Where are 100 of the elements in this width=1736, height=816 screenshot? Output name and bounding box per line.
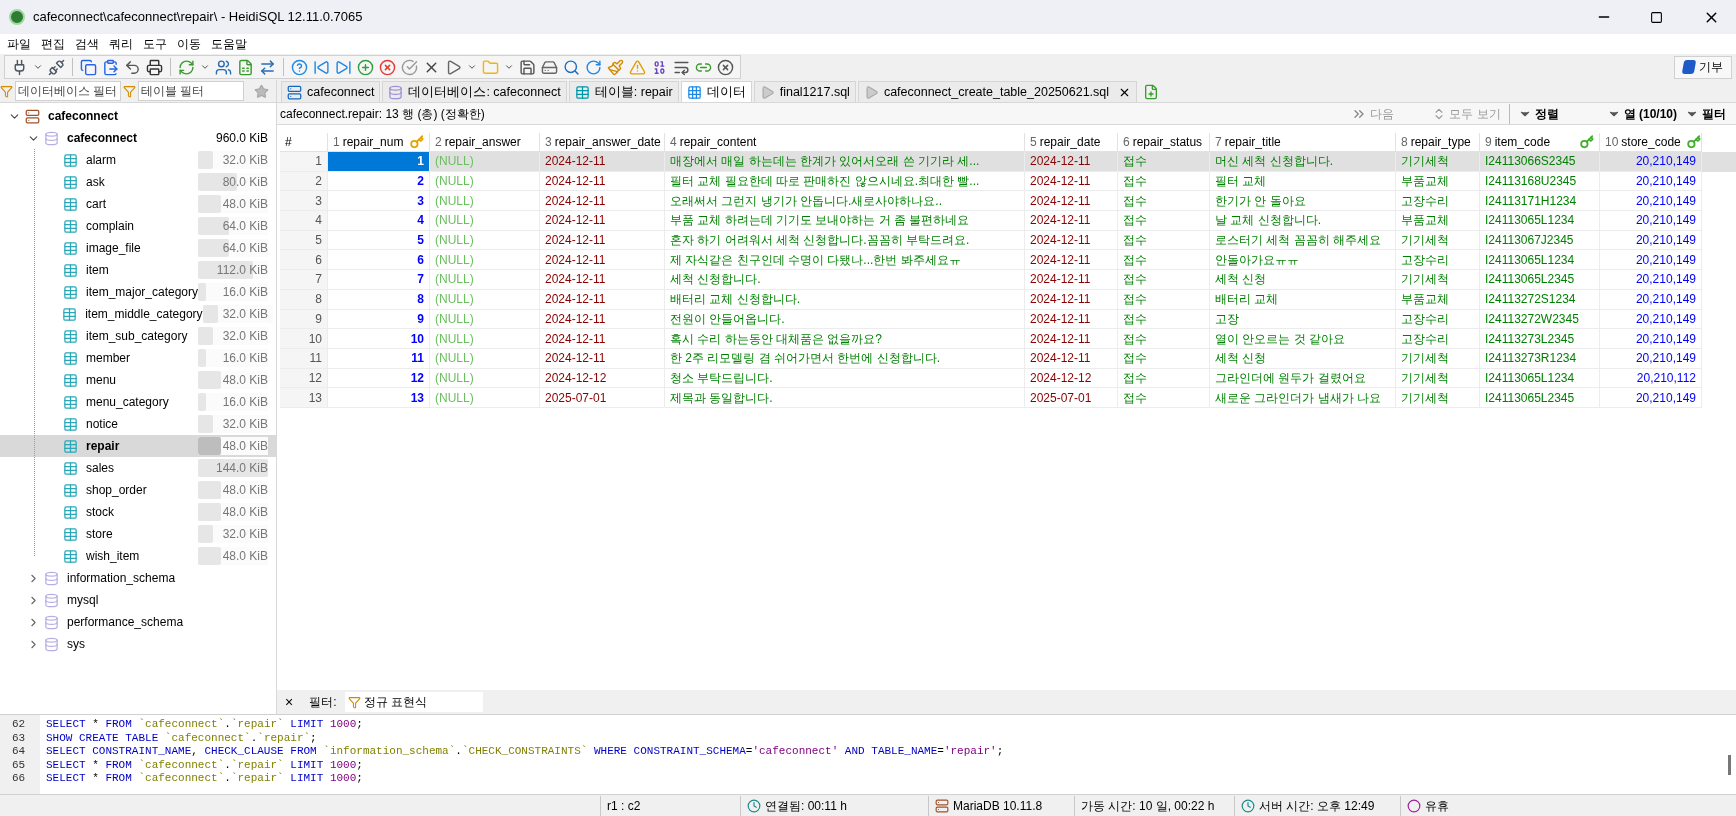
table-row[interactable]: 9 9 (NULL) 2024-12-11 전원이 안들어옵니다. 2024-12-11 접수 고장 고장수리 I24113272W2345 20,210,149 xyxy=(280,309,1736,330)
table-row[interactable]: 4 4 (NULL) 2024-12-11 부품 교체 하려는데 기기도 보내야하는 거 좀 불편하네요 2024-12-11 접수 날 교체 신청합니다. 부품교체 I24113065L1234 20,210,149 xyxy=(280,211,1736,231)
tree-item[interactable]: item_middle_category 32.0 KiB xyxy=(0,303,276,325)
table-row[interactable]: 13 13 (NULL) 2025-07-01 제목과 동일합니다. 2025-07-01 접수 새로운 그라인더가 냄새가 나요 기기세척 I24113065L2345 20,210,149 xyxy=(280,388,1736,408)
dropdown-icon[interactable] xyxy=(33,62,43,72)
tree-item[interactable]: cart 48.0 KiB xyxy=(0,193,276,215)
tree-item[interactable]: image_file 64.0 KiB xyxy=(0,237,276,259)
tree-item[interactable]: menu 48.0 KiB xyxy=(0,369,276,391)
menu-item[interactable]: 편집 xyxy=(36,35,70,53)
search-icon[interactable] xyxy=(563,58,580,76)
tab[interactable]: 테이블: repair xyxy=(568,81,679,102)
tree-item[interactable]: sales 144.0 KiB xyxy=(0,457,276,479)
tree-item[interactable]: mysql xyxy=(0,589,276,611)
table-row[interactable]: 3 3 (NULL) 2024-12-11 오래써서 그런지 냉기가 안돕니다.새로사야하나요.. 2024-12-11 접수 한기가 안 돌아요 고장수리 I24113171H1234 20,210,149 xyxy=(280,191,1736,212)
tree-item[interactable]: sys xyxy=(0,633,276,655)
refresh-icon[interactable] xyxy=(178,58,195,76)
table-row[interactable]: 1 1 (NULL) 2024-12-11 매장에서 매일 하는데는 한계가 있어서오래 쓴 기기라 세... 2024-12-11 접수 머신 세척 신청합니다. 기기세척 I24113066S2345 20,210,149 xyxy=(280,152,1736,172)
tab[interactable]: 데이터 xyxy=(680,81,752,102)
delete-icon[interactable] xyxy=(379,58,396,76)
table-cell: 2024-12-11 xyxy=(1025,329,1118,349)
tree-item[interactable]: shop_order 48.0 KiB xyxy=(0,479,276,501)
menu-button[interactable]: 정렬 xyxy=(1508,103,1563,124)
sql-line: SELECT * FROM `cafeconnect`.`repair` LIMIT 1000; xyxy=(46,718,364,732)
tree-item[interactable]: complain 64.0 KiB xyxy=(0,215,276,237)
tree-item[interactable]: wish_item 48.0 KiB xyxy=(0,545,276,567)
maximize-icon[interactable] xyxy=(1650,10,1663,24)
regex-toggle[interactable]: 정규 표현식 xyxy=(344,692,483,712)
csv-file-icon[interactable] xyxy=(237,58,254,76)
tree-item[interactable]: repair 48.0 KiB xyxy=(0,435,276,457)
menu-item[interactable]: 도움말 xyxy=(206,35,252,53)
help-icon[interactable] xyxy=(291,58,308,76)
tree-item[interactable]: member 16.0 KiB xyxy=(0,347,276,369)
table-row[interactable]: 10 10 (NULL) 2024-12-11 혹시 수리 하는동안 대체품은 없을까요? 2024-12-11 접수 열이 안오르는 것 같아요 고장수리 I24113273L2345 20,210,149 xyxy=(280,329,1736,349)
dropdown-icon[interactable] xyxy=(504,62,514,72)
drive-icon[interactable] xyxy=(541,58,558,76)
table-cell: I24113272W2345 xyxy=(1480,309,1600,330)
table-cell: 6 xyxy=(328,250,430,271)
tab[interactable]: cafeconnect xyxy=(281,81,381,102)
new-tab-icon[interactable] xyxy=(1143,84,1160,100)
tree-item[interactable]: cafeconnect 960.0 KiB xyxy=(0,127,276,149)
menu-item[interactable]: 쿼리 xyxy=(104,35,138,53)
close-filter-button[interactable]: × xyxy=(283,691,296,713)
table-row[interactable]: 2 2 (NULL) 2024-12-11 필터 교체 필요한데 따로 판매하진 않으시네요.최대한 빨... 2024-12-11 접수 필터 교체 부품교체 I24113168U2345 20,210,149 xyxy=(280,171,1736,192)
play-icon[interactable] xyxy=(445,58,462,76)
tab[interactable]: final1217.sql xyxy=(753,81,856,102)
tab[interactable]: cafeconnect_create_table_20250621.sql xyxy=(857,81,1138,102)
filter-field[interactable]: 데이터베이스 필터 xyxy=(15,81,121,101)
table-row[interactable]: 6 6 (NULL) 2024-12-11 제 자식같은 친구인데 수명이 다됐나...한번 봐주세요ㅠ 2024-12-11 접수 안돌아가요ㅠㅠ 고장수리 I24113065L1234 20,210,149 xyxy=(280,250,1736,271)
replace-icon[interactable] xyxy=(585,58,602,76)
table-cell: 20,210,149 xyxy=(1600,309,1702,330)
table-cell: 20,210,149 xyxy=(1600,152,1702,172)
tree-item[interactable]: cafeconnect xyxy=(0,105,276,127)
disconnect-icon[interactable] xyxy=(48,58,65,76)
close-icon[interactable] xyxy=(717,58,734,76)
printer-icon[interactable] xyxy=(146,58,163,76)
swap-icon[interactable] xyxy=(259,58,276,76)
menu-button[interactable]: 필터 xyxy=(1681,103,1730,124)
check-icon[interactable] xyxy=(401,58,418,76)
server-icon xyxy=(935,798,949,813)
last-icon[interactable] xyxy=(335,58,352,76)
menu-item[interactable]: 도구 xyxy=(138,35,172,53)
tree-item[interactable]: stock 48.0 KiB xyxy=(0,501,276,523)
tree-item[interactable]: information_schema xyxy=(0,567,276,589)
donate-button[interactable]: 기부 xyxy=(1674,55,1732,79)
dropdown-icon[interactable] xyxy=(200,62,210,72)
tree-item[interactable]: menu_category 16.0 KiB xyxy=(0,391,276,413)
undo-icon[interactable] xyxy=(124,58,141,76)
paste-icon[interactable] xyxy=(102,58,119,76)
save-icon[interactable] xyxy=(519,58,536,76)
star-icon[interactable] xyxy=(254,83,269,99)
tree-item[interactable]: item_major_category 16.0 KiB xyxy=(0,281,276,303)
table-cell: 1 xyxy=(328,152,430,172)
tree-item[interactable]: alarm 32.0 KiB xyxy=(0,149,276,171)
tree-item[interactable]: item_sub_category 32.0 KiB xyxy=(0,325,276,347)
first-icon[interactable] xyxy=(313,58,330,76)
copy-icon[interactable] xyxy=(80,58,97,76)
menu-button[interactable]: 열 (10/10) xyxy=(1602,103,1681,124)
brush-icon[interactable] xyxy=(607,58,624,76)
menu-item[interactable]: 검색 xyxy=(70,35,104,53)
add-icon[interactable] xyxy=(357,58,374,76)
table-cell: I24113273L2345 xyxy=(1480,329,1600,349)
tree-item[interactable]: ask 80.0 KiB xyxy=(0,171,276,193)
table-row[interactable]: 11 11 (NULL) 2024-12-11 한 2주 리모델링 겸 쉬어가면서 한번에 신청합니다. 2024-12-11 접수 세척 신청 기기세척 I24113273R1234 20,210,149 xyxy=(280,348,1736,369)
table-row[interactable]: 12 12 (NULL) 2024-12-12 청소 부탁드립니다. 2024-12-12 접수 그라인더에 원두가 걸렸어요 기기세척 I24113065L1234 20,210,112 xyxy=(280,368,1736,389)
tab[interactable]: 데이터베이스: cafeconnect xyxy=(382,81,567,102)
tree-item[interactable]: notice 32.0 KiB xyxy=(0,413,276,435)
tree-label: stock xyxy=(86,504,114,521)
table-row[interactable]: 7 7 (NULL) 2024-12-11 세척 신청합니다. 2024-12-11 접수 세척 신청 기기세척 I24113065L2345 20,210,149 xyxy=(280,270,1736,290)
users-icon[interactable] xyxy=(215,58,232,76)
scrollbar-thumb[interactable] xyxy=(1727,755,1731,775)
table-cell: 부품교체 xyxy=(1396,211,1480,231)
tree-item[interactable]: store 32.0 KiB xyxy=(0,523,276,545)
filter-field[interactable]: 테이블 필터 xyxy=(138,81,244,101)
tree-item[interactable]: item 112.0 KiB xyxy=(0,259,276,281)
menu-item[interactable]: 파일 xyxy=(2,35,36,53)
table-row[interactable]: 5 5 (NULL) 2024-12-11 혼자 하기 어려워서 세척 신청합니다.꼼꼼히 부탁드려요. 2024-12-11 접수 로스터기 세척 꼼꼼히 해주세요 기기세척 I24113067J2345 20,210,149 xyxy=(280,230,1736,251)
tree-item[interactable]: performance_schema xyxy=(0,611,276,633)
table-row[interactable]: 8 8 (NULL) 2024-12-11 배터리 교체 신청합니다. 2024-12-11 접수 배터리 교체 부품교체 I24113272S1234 20,210,149 xyxy=(280,289,1736,310)
dropdown-icon[interactable] xyxy=(467,62,477,72)
menu-item[interactable]: 이동 xyxy=(172,35,206,53)
